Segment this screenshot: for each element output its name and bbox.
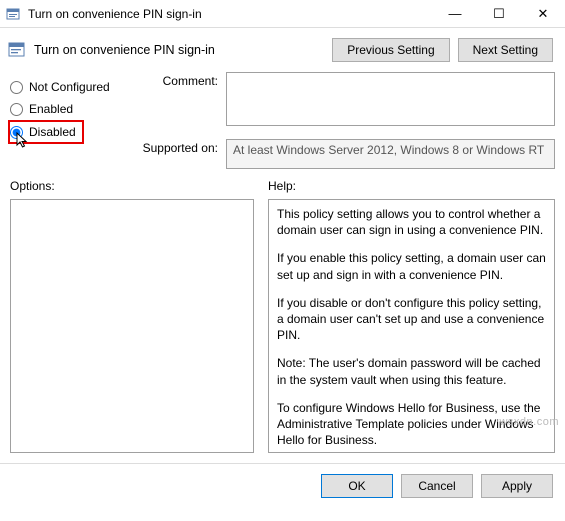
radio-disabled-label: Disabled — [29, 125, 76, 139]
policy-icon — [8, 41, 28, 59]
next-setting-button[interactable]: Next Setting — [458, 38, 553, 62]
apply-button[interactable]: Apply — [481, 474, 553, 498]
radio-not-configured-input[interactable] — [10, 81, 23, 94]
comment-input[interactable] — [226, 72, 555, 126]
radio-enabled[interactable]: Enabled — [10, 98, 118, 120]
supported-on-value: At least Windows Server 2012, Windows 8 … — [226, 139, 555, 169]
header: Turn on convenience PIN sign-in Previous… — [0, 28, 565, 70]
cancel-button[interactable]: Cancel — [401, 474, 473, 498]
radio-disabled[interactable]: Disabled — [10, 124, 76, 140]
close-button[interactable]: ✕ — [521, 0, 565, 28]
window-buttons: — ☐ ✕ — [433, 0, 565, 28]
radio-enabled-input[interactable] — [10, 103, 23, 116]
dialog-footer: OK Cancel Apply — [0, 463, 565, 508]
radio-enabled-label: Enabled — [29, 102, 73, 116]
radio-not-configured[interactable]: Not Configured — [10, 76, 118, 98]
help-pane[interactable]: This policy setting allows you to contro… — [268, 199, 555, 453]
help-label: Help: — [268, 179, 555, 193]
window-title: Turn on convenience PIN sign-in — [28, 7, 433, 21]
titlebar: Turn on convenience PIN sign-in — ☐ ✕ — [0, 0, 565, 28]
maximize-button[interactable]: ☐ — [477, 0, 521, 28]
help-paragraph: If you enable this policy setting, a dom… — [277, 250, 546, 282]
comment-label: Comment: — [118, 72, 226, 129]
radio-disabled-input[interactable] — [10, 126, 23, 139]
help-paragraph: This policy setting allows you to contro… — [277, 206, 546, 238]
supported-on-text: At least Windows Server 2012, Windows 8 … — [233, 143, 544, 157]
radio-not-configured-label: Not Configured — [29, 80, 110, 94]
options-label: Options: — [10, 179, 254, 193]
minimize-button[interactable]: — — [433, 0, 477, 28]
radio-disabled-highlight: Disabled — [8, 120, 84, 144]
state-radios: Not Configured Enabled Disabled — [0, 72, 118, 144]
ok-button[interactable]: OK — [321, 474, 393, 498]
previous-setting-button[interactable]: Previous Setting — [332, 38, 449, 62]
options-pane[interactable] — [10, 199, 254, 453]
supported-on-label: Supported on: — [118, 139, 226, 169]
policy-icon — [6, 6, 22, 22]
policy-title: Turn on convenience PIN sign-in — [34, 43, 332, 57]
help-paragraph: Note: The user's domain password will be… — [277, 355, 546, 387]
help-paragraph: If you disable or don't configure this p… — [277, 295, 546, 344]
watermark: wsxdn.com — [499, 416, 559, 428]
